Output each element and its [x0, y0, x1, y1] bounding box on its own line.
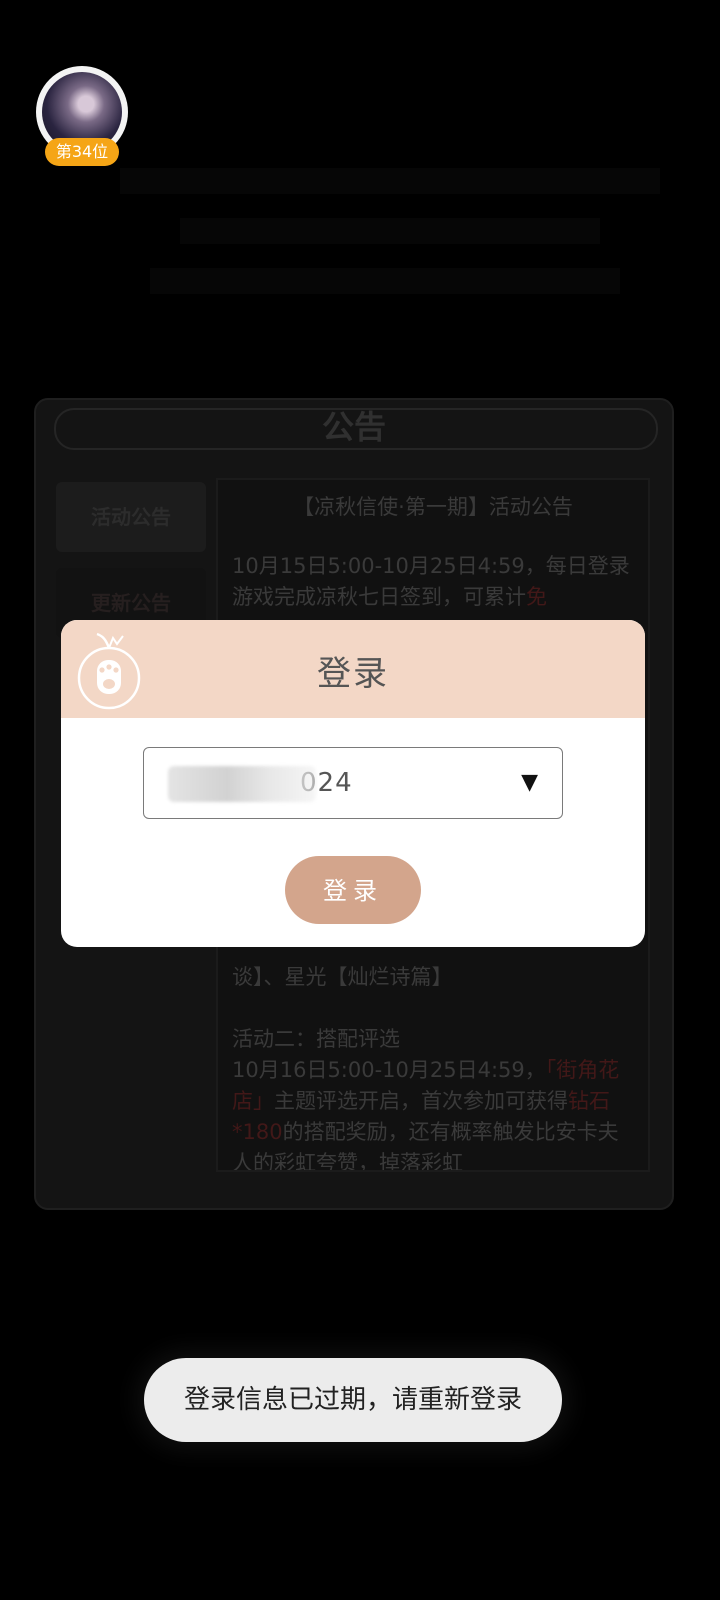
background-decoration — [120, 168, 680, 318]
player-avatar-group[interactable]: 第34位 — [36, 66, 128, 166]
account-select[interactable]: 024 ▼ — [143, 747, 563, 819]
session-expired-toast: 登录信息已过期，请重新登录 — [144, 1358, 562, 1442]
section2-paragraph: 10月16日5:00-10月25日4:59，「街角花店」主题评选开启，首次参加可… — [232, 1058, 620, 1172]
login-modal-header: 登录 — [61, 620, 645, 718]
announcement-title: 【凉秋信使·第一期】活动公告 — [293, 495, 573, 519]
announcement-line-partial: 谈】、星光【灿烂诗篇】 — [232, 965, 453, 989]
announcement-paragraph-1: 10月15日5:00-10月25日4:59，每日登录游戏完成凉秋七日签到，可累计… — [232, 554, 630, 609]
privacy-blur-mask — [168, 766, 316, 802]
panel-title: 公告 — [321, 408, 386, 446]
login-button[interactable]: 登录 — [285, 856, 421, 924]
tab-activity-announcement[interactable]: 活动公告 — [56, 482, 206, 552]
caret-down-icon[interactable]: ▼ — [521, 770, 538, 795]
rank-badge: 第34位 — [45, 138, 119, 166]
section2-heading: 活动二：搭配评选 — [232, 1027, 400, 1051]
login-modal: 登录 024 ▼ 登录 — [61, 620, 645, 947]
login-modal-title: 登录 — [317, 654, 389, 694]
announcement-lower-text: 谈】、星光【灿烂诗篇】 活动二：搭配评选 10月16日5:00-10月25日4:… — [232, 962, 634, 1172]
